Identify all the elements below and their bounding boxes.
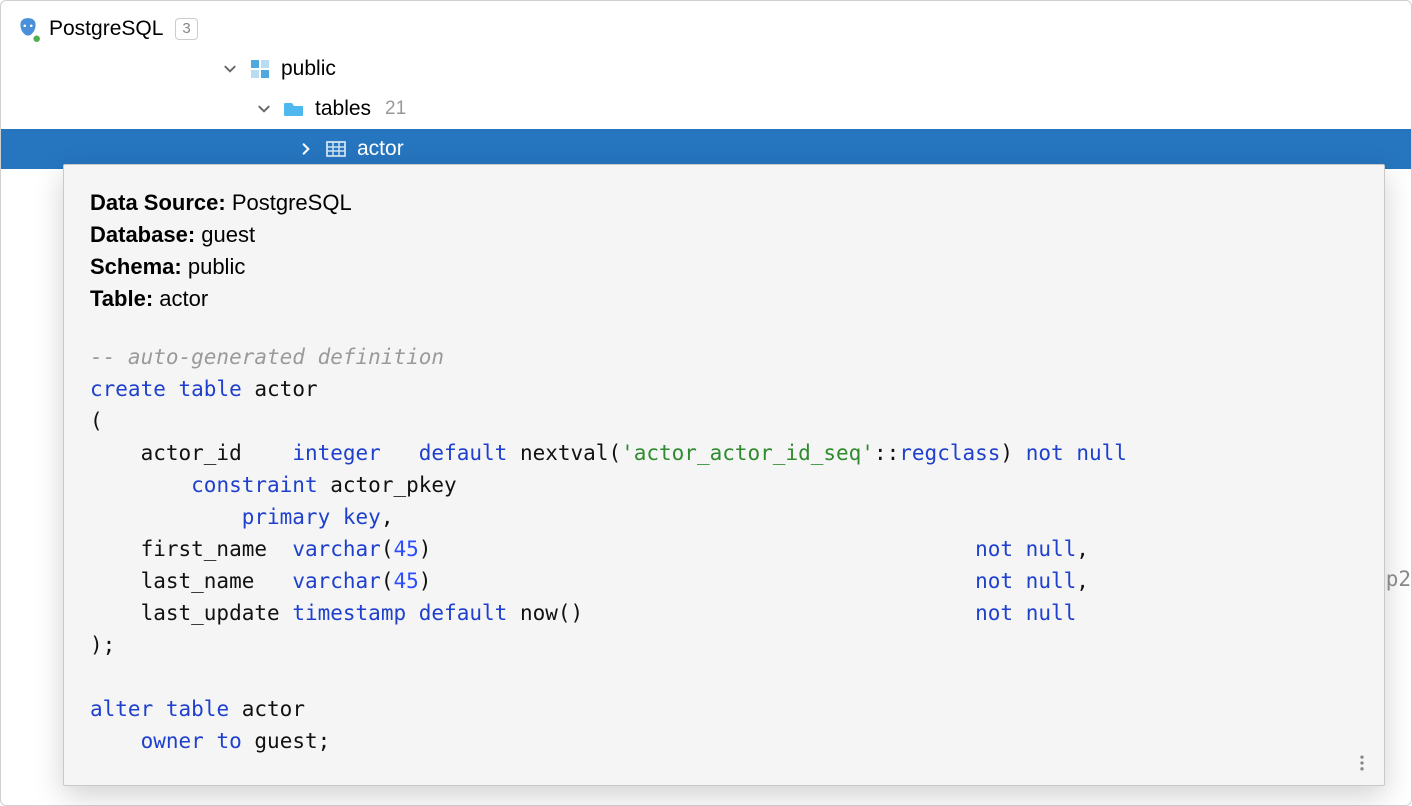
tree-schema-label: public (281, 57, 336, 81)
meta-data-source-value: PostgreSQL (232, 190, 352, 215)
meta-schema-value: public (188, 254, 245, 279)
tree-root-label: PostgreSQL (49, 17, 163, 41)
schema-icon (247, 56, 273, 82)
meta-database-value: guest (201, 222, 255, 247)
chevron-down-icon[interactable] (221, 60, 239, 78)
tree-tables-label: tables (315, 97, 371, 121)
meta-data-source-label: Data Source: (90, 190, 226, 215)
tree-table-actor[interactable]: actor (1, 129, 1411, 169)
tree-schema-public[interactable]: public (1, 49, 1411, 89)
meta-table-value: actor (159, 286, 208, 311)
folder-icon (281, 96, 307, 122)
tree-root-postgresql[interactable]: PostgreSQL 3 (1, 9, 1411, 49)
table-icon (323, 136, 349, 162)
tree-tables-folder[interactable]: tables 21 (1, 89, 1411, 129)
sql-definition: -- auto-generated definition create tabl… (90, 341, 1358, 757)
background-edge-text: p2 (1386, 567, 1411, 591)
postgresql-icon (15, 16, 41, 42)
database-tree: PostgreSQL 3 public tables 21 actor (1, 1, 1411, 169)
chevron-down-icon[interactable] (255, 100, 273, 118)
quick-doc-popup: Data Source: PostgreSQL Database: guest … (63, 164, 1385, 786)
meta-schema-label: Schema: (90, 254, 182, 279)
popup-meta: Data Source: PostgreSQL Database: guest … (90, 187, 1358, 315)
tree-root-badge: 3 (175, 18, 197, 40)
meta-database-label: Database: (90, 222, 195, 247)
chevron-right-icon[interactable] (297, 140, 315, 158)
tree-tables-count: 21 (385, 98, 406, 120)
meta-table-label: Table: (90, 286, 153, 311)
more-options-button[interactable] (1350, 751, 1374, 775)
tree-table-label: actor (357, 137, 404, 161)
